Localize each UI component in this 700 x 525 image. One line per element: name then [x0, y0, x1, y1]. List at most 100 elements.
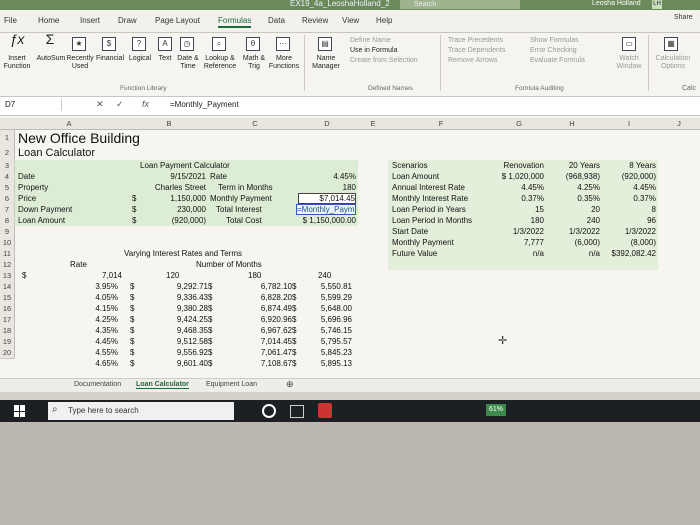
payment-120-cell[interactable]: 9,380.28	[146, 304, 208, 313]
scenario-20-years-cell[interactable]: (6,000)	[544, 238, 600, 247]
financial-icon[interactable]: $	[102, 37, 116, 51]
scenario-8-years-cell[interactable]: $392,082.42	[600, 249, 657, 258]
tab-file[interactable]: File	[4, 16, 17, 25]
payment-180-cell[interactable]: 6,874.49	[222, 304, 292, 313]
math-trig-button[interactable]: Math & Trig	[240, 55, 268, 71]
cortana-icon[interactable]	[262, 404, 276, 418]
scenario-header-20-years[interactable]: 20 Years	[544, 161, 600, 170]
watch-window-button[interactable]: Watch Window	[612, 55, 646, 71]
rate-cell[interactable]: 4.05%	[60, 293, 118, 302]
scenario-8-years-cell[interactable]: 0.37%	[600, 194, 656, 203]
financial-button[interactable]: Financial	[94, 55, 126, 63]
user-avatar[interactable]: LH	[652, 0, 662, 9]
price-value[interactable]: 1,150,000	[124, 194, 206, 203]
total-cost-label[interactable]: Total Cost	[226, 216, 262, 225]
formula-input[interactable]: =Monthly_Payment	[170, 99, 239, 111]
scenario-20-years-cell[interactable]: 1/3/2022	[544, 227, 600, 236]
lookup-reference-icon[interactable]: ⌕	[212, 37, 226, 51]
scenario-header-renovation[interactable]: Renovation	[494, 161, 544, 170]
trace-precedents-button[interactable]: Trace Precedents	[448, 37, 503, 45]
column-header-d[interactable]: D	[296, 118, 359, 130]
rate-header[interactable]: Rate	[70, 260, 87, 269]
term-header-120[interactable]: 120	[166, 271, 179, 280]
payment-240-cell[interactable]: 5,648.00	[300, 304, 352, 313]
corner-value[interactable]: 7,014	[60, 271, 122, 280]
varying-rates-header[interactable]: Varying Interest Rates and Terms	[124, 249, 242, 258]
recently-used-button[interactable]: Recently Used	[66, 55, 94, 71]
trace-dependents-button[interactable]: Trace Dependents	[448, 47, 505, 55]
loan-amount-label[interactable]: Loan Amount	[18, 216, 65, 225]
tab-formulas[interactable]: Formulas	[218, 16, 252, 28]
name-box[interactable]: D7	[2, 99, 62, 111]
name-manager-icon[interactable]: ▤	[318, 37, 332, 51]
autosum-button[interactable]: AutoSum	[34, 55, 68, 63]
tab-help[interactable]: Help	[376, 16, 392, 25]
term-value[interactable]: 180	[296, 183, 356, 192]
payment-120-cell[interactable]: 9,336.43	[146, 293, 208, 302]
scenario-8-years-cell[interactable]: 8	[600, 205, 656, 214]
date-label[interactable]: Date	[18, 172, 35, 181]
down-payment-value[interactable]: 230,000	[124, 205, 206, 214]
payment-240-cell[interactable]: 5,599.29	[300, 293, 352, 302]
payment-240-cell[interactable]: 5,795.57	[300, 337, 352, 346]
show-formulas-button[interactable]: Show Formulas	[530, 37, 579, 45]
more-functions-icon[interactable]: ⋯	[276, 37, 290, 51]
term-header-180[interactable]: 180	[248, 271, 261, 280]
calculation-options-icon[interactable]: ▦	[664, 37, 678, 51]
scenarios-title[interactable]: Scenarios	[392, 161, 428, 170]
property-label[interactable]: Property	[18, 183, 48, 192]
office-app-icon[interactable]	[318, 403, 332, 418]
scenario-label[interactable]: Monthly Interest Rate	[392, 194, 468, 203]
payment-120-cell[interactable]: 9,292.71	[146, 282, 208, 291]
column-header-i[interactable]: I	[600, 118, 659, 130]
payment-180-cell[interactable]: 6,920.96	[222, 315, 292, 324]
property-value[interactable]: Charles Street	[124, 183, 206, 192]
rate-cell[interactable]: 4.55%	[60, 348, 118, 357]
scenario-renovation-cell[interactable]: 15	[494, 205, 544, 214]
rate-label[interactable]: Rate	[210, 172, 227, 181]
sheet-title[interactable]: New Office Building	[18, 130, 140, 146]
lookup-reference-button[interactable]: Lookup & Reference	[200, 55, 240, 71]
rate-cell[interactable]: 4.45%	[60, 337, 118, 346]
scenario-label[interactable]: Loan Period in Years	[392, 205, 466, 214]
enter-icon[interactable]: ✓	[116, 99, 124, 110]
term-label[interactable]: Term in Months	[218, 183, 273, 192]
scenario-20-years-cell[interactable]: 20	[544, 205, 600, 214]
payment-240-cell[interactable]: 5,895.13	[300, 359, 352, 368]
scenario-renovation-cell[interactable]: 1/3/2022	[494, 227, 544, 236]
scenario-label[interactable]: Monthly Payment	[392, 238, 454, 247]
column-header-b[interactable]: B	[124, 118, 215, 130]
payment-120-cell[interactable]: 9,424.25	[146, 315, 208, 324]
tab-data[interactable]: Data	[268, 16, 285, 25]
insert-function-button[interactable]: Insert Function	[2, 55, 32, 71]
column-header-j[interactable]: J	[658, 118, 700, 130]
payment-180-cell[interactable]: 6,967.62	[222, 326, 292, 335]
recently-used-icon[interactable]: ★	[72, 37, 86, 51]
scenario-20-years-cell[interactable]: n/a	[544, 249, 600, 258]
total-interest-editing-cell[interactable]: =Monthly_Payment	[296, 204, 356, 215]
total-cost-value[interactable]: $ 1,150,000.00	[296, 216, 356, 225]
windows-start-icon[interactable]	[14, 405, 26, 417]
scenario-renovation-cell[interactable]: 7,777	[494, 238, 544, 247]
sheet-subtitle[interactable]: Loan Calculator	[18, 147, 95, 159]
price-label[interactable]: Price	[18, 194, 36, 203]
logical-button[interactable]: Logical	[126, 55, 154, 63]
column-header-h[interactable]: H	[544, 118, 601, 130]
tab-draw[interactable]: Draw	[118, 16, 137, 25]
payment-180-cell[interactable]: 7,108.67	[222, 359, 292, 368]
scenario-20-years-cell[interactable]: 240	[544, 216, 600, 225]
payment-180-cell[interactable]: 7,061.47	[222, 348, 292, 357]
use-in-formula-button[interactable]: Use in Formula	[350, 47, 397, 55]
more-functions-button[interactable]: More Functions	[268, 55, 300, 71]
column-header-a[interactable]: A	[14, 118, 125, 130]
tab-review[interactable]: Review	[302, 16, 328, 25]
column-header-f[interactable]: F	[388, 118, 495, 130]
scenario-label[interactable]: Start Date	[392, 227, 428, 236]
sheet-tab-loan-calculator[interactable]: Loan Calculator	[136, 381, 189, 389]
rate-cell[interactable]: 4.15%	[60, 304, 118, 313]
scenario-8-years-cell[interactable]: 4.45%	[600, 183, 656, 192]
scenario-20-years-cell[interactable]: 4.25%	[544, 183, 600, 192]
calculator-header[interactable]: Loan Payment Calculator	[140, 161, 230, 170]
row-header[interactable]: 1	[0, 130, 15, 147]
scenario-renovation-cell[interactable]: 0.37%	[494, 194, 544, 203]
